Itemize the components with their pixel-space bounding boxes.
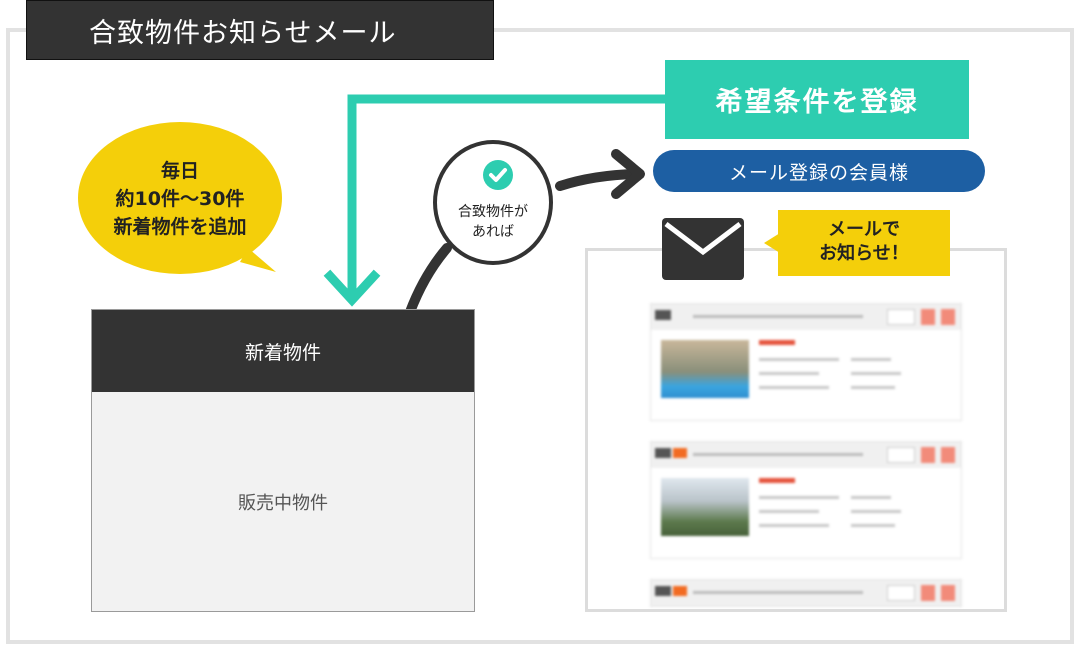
mail-listing-card [650,579,962,607]
mail-listing-card [650,303,962,421]
check-icon [483,160,513,190]
property-photo [661,478,749,536]
daily-line-1: 毎日 [160,160,199,182]
match-line-1: 合致物件が [458,204,528,220]
on-sale-listings: 販売中物件 [238,492,328,514]
envelope-icon [662,218,744,280]
mail-badge-line-1: メールで [828,219,900,240]
mail-badge-line-2: お知らせ！ [819,243,909,264]
match-circle: 合致物件が あれば [433,140,553,265]
register-conditions-button[interactable]: 希望条件を登録 [665,60,969,139]
match-line-2: あれば [472,224,514,240]
daily-line-3: 新着物件を追加 [113,216,247,238]
daily-bubble-text: 毎日 約10件〜30件 新着物件を追加 [80,157,280,241]
match-text: 合致物件が あれば [437,202,549,242]
daily-line-2: 約10件〜30件 [115,188,245,210]
dark-curve-lower [405,243,452,317]
mail-notice-badge: メールで お知らせ！ [778,210,950,276]
mail-preview [585,248,1007,612]
listing-box: 新着物件 販売中物件 [91,309,475,612]
new-listings-header: 新着物件 [92,310,474,392]
member-label: メール登録の会員様 [653,150,985,192]
mail-listing-card [650,441,962,559]
property-photo [661,340,749,398]
